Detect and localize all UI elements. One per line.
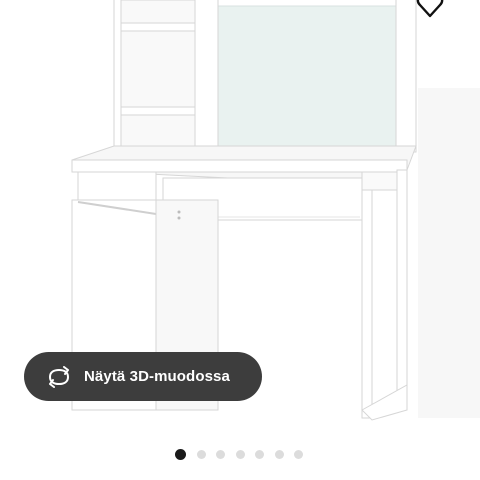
heart-outline-icon	[416, 0, 444, 18]
view-3d-button[interactable]: Näytä 3D-muodossa	[24, 352, 262, 401]
carousel-dot[interactable]	[196, 449, 206, 459]
carousel-dot[interactable]	[216, 449, 225, 459]
carousel-dot[interactable]	[235, 449, 245, 459]
carousel-dot[interactable]	[274, 449, 284, 459]
view-3d-label: Näytä 3D-muodossa	[84, 368, 230, 385]
carousel-dot[interactable]	[255, 449, 264, 459]
carousel-indicator	[175, 448, 314, 460]
favourite-button[interactable]	[412, 0, 448, 20]
desk-right-side	[361, 169, 408, 421]
rotate-3d-icon	[44, 365, 74, 388]
carousel-dot[interactable]	[294, 449, 303, 459]
hutch	[113, 0, 417, 153]
carousel-dot-active[interactable]	[175, 448, 186, 460]
